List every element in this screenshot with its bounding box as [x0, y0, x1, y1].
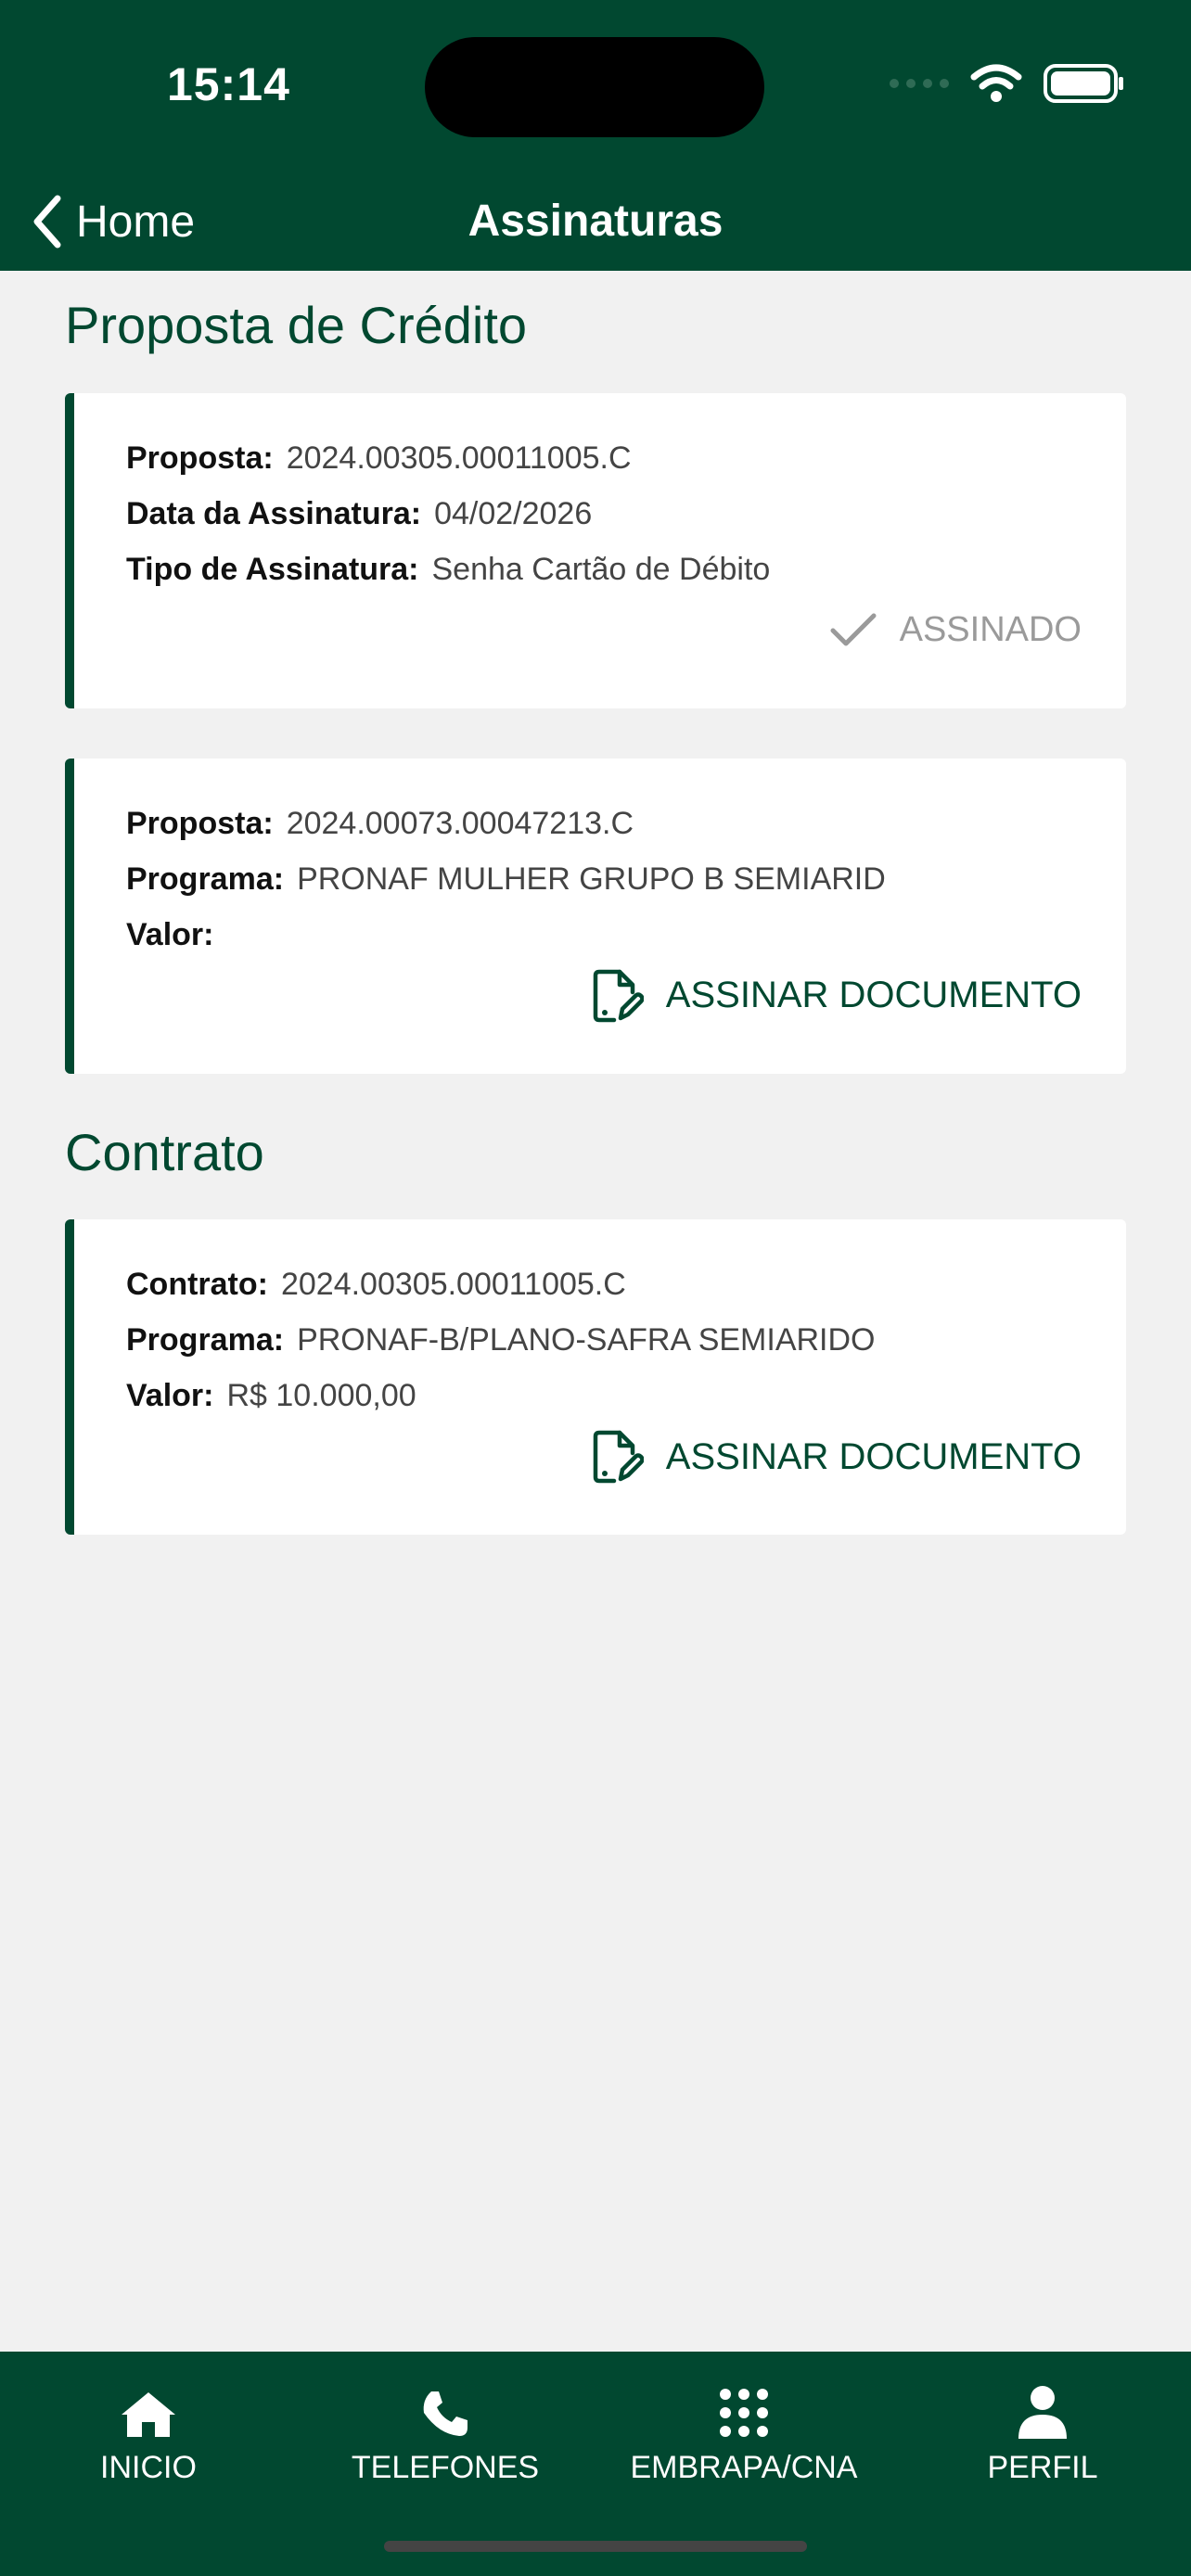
card-row: Contrato: 2024.00305.00011005.C: [126, 1256, 1082, 1312]
tab-telefones[interactable]: TELEFONES: [297, 2379, 594, 2486]
sign-document-label: ASSINAR DOCUMENTO: [665, 975, 1082, 1016]
page-title: Assinaturas: [467, 197, 724, 246]
home-icon: [122, 2392, 175, 2437]
tab-label: TELEFONES: [351, 2450, 540, 2485]
row-value: R$ 10.000,00: [226, 1378, 416, 1414]
row-label: Contrato:: [126, 1267, 268, 1303]
signal-icon: [890, 79, 949, 88]
phone-icon: [423, 2391, 467, 2436]
row-value: 04/02/2026: [434, 495, 593, 531]
card-row: Programa: PRONAF MULHER GRUPO B SEMIARID: [126, 851, 1082, 907]
tab-inicio[interactable]: INICIO: [0, 2379, 297, 2486]
card-row: Tipo de Assinatura: Senha Cartão de Débit…: [126, 542, 1082, 597]
main-content: Proposta de Crédito Proposta: 2024.00305.…: [65, 271, 1126, 1585]
card-row: Proposta: 2024.00305.00011005.C: [126, 430, 1082, 486]
row-value: PRONAF MULHER GRUPO B SEMIARID: [297, 861, 886, 897]
row-label: Programa:: [126, 861, 285, 897]
sign-document-button[interactable]: ASSINAR DOCUMENTO: [126, 966, 1082, 1026]
tab-label: INICIO: [100, 2450, 197, 2485]
sign-document-button[interactable]: ASSINAR DOCUMENTO: [126, 1427, 1082, 1486]
dynamic-island: [425, 37, 764, 137]
tab-perfil[interactable]: PERFIL: [894, 2379, 1191, 2486]
home-indicator[interactable]: [384, 2541, 807, 2552]
contract-card: Contrato: 2024.00305.00011005.C Programa:…: [65, 1219, 1126, 1536]
card-row: Proposta: 2024.00073.00047213.C: [126, 796, 1082, 851]
tab-label: EMBRAPA/CNA: [630, 2450, 858, 2485]
section-title-proposta: Proposta de Crédito: [65, 296, 528, 354]
row-label: Proposta:: [126, 440, 274, 476]
tab-embrapa-cna[interactable]: EMBRAPA/CNA: [596, 2379, 892, 2486]
row-value: Senha Cartão de Débito: [431, 551, 771, 587]
status-bar: 15:14: [0, 0, 1191, 176]
proposal-card-signed: Proposta: 2024.00305.00011005.C Data da A…: [65, 392, 1126, 708]
proposal-card-pending: Proposta: 2024.00073.00047213.C Programa:…: [65, 758, 1126, 1074]
document-signature-icon: [593, 969, 644, 1022]
row-label: Valor:: [126, 916, 214, 952]
row-label: Tipo de Assinatura:: [126, 551, 419, 587]
row-label: Programa:: [126, 1322, 285, 1358]
navigation-bar: Home Assinaturas: [0, 176, 1191, 271]
battery-icon: [1044, 64, 1123, 103]
card-row: Data da Assinatura: 04/02/2026: [126, 486, 1082, 542]
status-time: 15:14: [167, 58, 290, 110]
row-value: 2024.00305.00011005.C: [280, 1267, 626, 1303]
row-value: 2024.00305.00011005.C: [286, 440, 632, 476]
section-title-contrato: Contrato: [65, 1122, 264, 1181]
status-icons: [889, 63, 1126, 104]
sign-document-label: ASSINAR DOCUMENTO: [665, 1435, 1082, 1477]
tab-label: PERFIL: [987, 2450, 1098, 2485]
wifi-icon: [970, 64, 1022, 102]
row-label: Proposta:: [126, 805, 274, 841]
grid-icon: [720, 2389, 768, 2437]
user-icon: [1018, 2386, 1067, 2439]
signed-status-label: ASSINADO: [899, 610, 1082, 650]
row-label: Data da Assinatura:: [126, 495, 422, 531]
card-row: Valor: R$ 10.000,00: [126, 1368, 1082, 1423]
row-value: 2024.00073.00047213.C: [286, 805, 634, 841]
checkmark-icon: [830, 613, 877, 646]
row-label: Valor:: [126, 1378, 214, 1414]
row-value: PRONAF-B/PLANO-SAFRA SEMIARIDO: [297, 1322, 876, 1358]
card-row: Valor:: [126, 907, 1082, 963]
card-row: Programa: PRONAF-B/PLANO-SAFRA SEMIARIDO: [126, 1312, 1082, 1368]
document-signature-icon: [593, 1430, 644, 1484]
signed-status: ASSINADO: [126, 601, 1082, 660]
